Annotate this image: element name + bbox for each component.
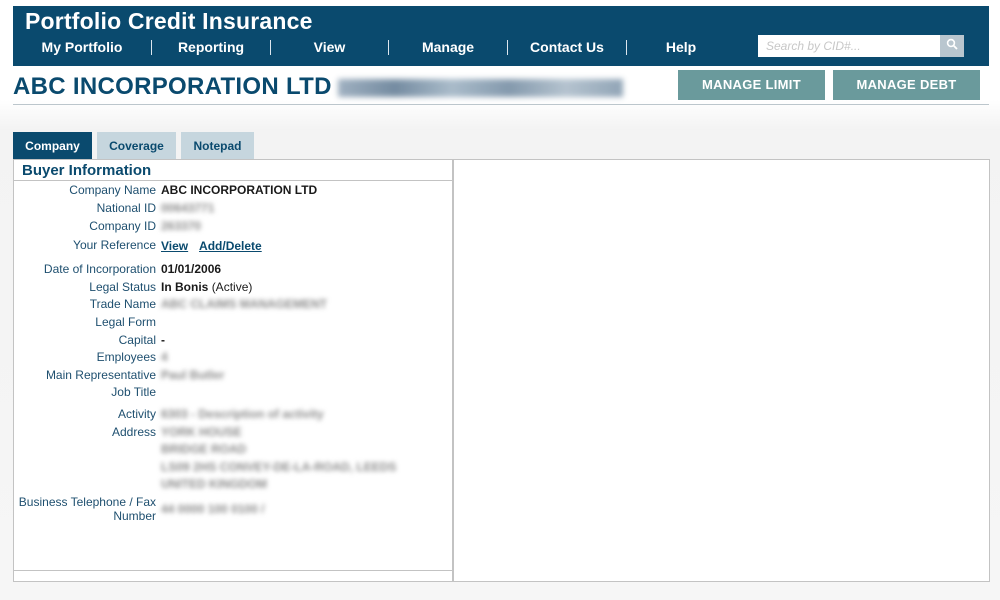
search-icon: [946, 37, 958, 55]
field-label: Number: [113, 509, 156, 523]
employees-value: 4: [161, 350, 168, 364]
activity-value: 6303 - Description of activity: [161, 407, 324, 421]
nav-view[interactable]: View: [271, 38, 388, 58]
nav-manage[interactable]: Manage: [389, 38, 507, 58]
nav-contact-us[interactable]: Contact Us: [508, 38, 626, 58]
field-label: Business Telephone / Fax: [18, 495, 156, 509]
heading-divider: [13, 104, 989, 105]
tab-notepad[interactable]: Notepad: [181, 132, 254, 160]
search-input[interactable]: [758, 35, 940, 57]
main-nav: My Portfolio Reporting View Manage Conta…: [13, 38, 753, 58]
date-of-incorporation-value: 01/01/2006: [161, 262, 222, 276]
field-label: Main Representative: [45, 368, 156, 382]
company-name-value: ABC INCORPORATION LTD: [161, 183, 318, 197]
app-title: Portfolio Credit Insurance: [25, 8, 313, 34]
panel-title: Buyer Information: [22, 162, 152, 179]
field-label: Date of Incorporation: [43, 262, 156, 276]
legal-status-value: In Bonis (Active): [161, 280, 252, 294]
detail-panel: [453, 159, 990, 582]
legal-status-note: (Active): [211, 280, 253, 294]
reference-links: View Add/Delete: [161, 239, 270, 253]
field-label: National ID: [96, 201, 156, 215]
address-line-3: LS09 2HS CONVEY-DE-LA-ROAD, LEEDS: [161, 460, 397, 474]
trade-name-value: ABC CLAIMS MANAGEMENT: [161, 297, 327, 311]
field-label: Company Name: [69, 183, 156, 197]
field-label: Legal Form: [95, 315, 156, 329]
tab-coverage[interactable]: Coverage: [97, 132, 176, 160]
field-label: Address: [111, 425, 156, 439]
reference-view-link[interactable]: View: [161, 239, 188, 253]
address-line-1: YORK HOUSE: [161, 425, 242, 439]
nav-help[interactable]: Help: [627, 38, 735, 58]
field-label: Company ID: [89, 219, 156, 233]
main-representative-value: Paul Butler: [161, 368, 225, 382]
manage-limit-button[interactable]: MANAGE LIMIT: [678, 70, 825, 100]
telephone-value: 44 0000 100 0100 /: [161, 502, 265, 516]
field-label: Capital: [118, 333, 156, 347]
panel-footer-divider: [14, 570, 452, 571]
field-label: Trade Name: [89, 297, 156, 311]
field-label: Employees: [96, 350, 156, 364]
address-line-2: BRIDGE ROAD: [161, 442, 247, 456]
capital-value: -: [161, 333, 165, 347]
search-button[interactable]: [940, 35, 964, 57]
panel-title-divider: [14, 180, 452, 181]
address-line-4: UNITED KINGDOM: [161, 477, 267, 491]
national-id-value: 00643771: [161, 201, 215, 215]
legal-status-text: In Bonis: [161, 280, 209, 294]
company-heading: ABC INCORPORATION LTD: [13, 73, 332, 100]
buyer-information-panel: Buyer Information Company Name ABC INCOR…: [13, 159, 453, 582]
redacted-company-details: [338, 79, 623, 97]
manage-debt-button[interactable]: MANAGE DEBT: [833, 70, 980, 100]
top-header-bar: Portfolio Credit Insurance My Portfolio …: [13, 6, 989, 66]
field-label: Your Reference: [73, 238, 156, 252]
field-label: Activity: [117, 407, 156, 421]
page: Portfolio Credit Insurance My Portfolio …: [0, 0, 1000, 600]
nav-my-portfolio[interactable]: My Portfolio: [13, 38, 151, 58]
company-id-value: 263370: [161, 219, 202, 233]
nav-reporting[interactable]: Reporting: [152, 38, 270, 58]
reference-add-delete-link[interactable]: Add/Delete: [199, 239, 262, 253]
tab-company[interactable]: Company: [13, 132, 92, 160]
field-label: Job Title: [111, 385, 156, 399]
field-label: Legal Status: [89, 280, 156, 294]
